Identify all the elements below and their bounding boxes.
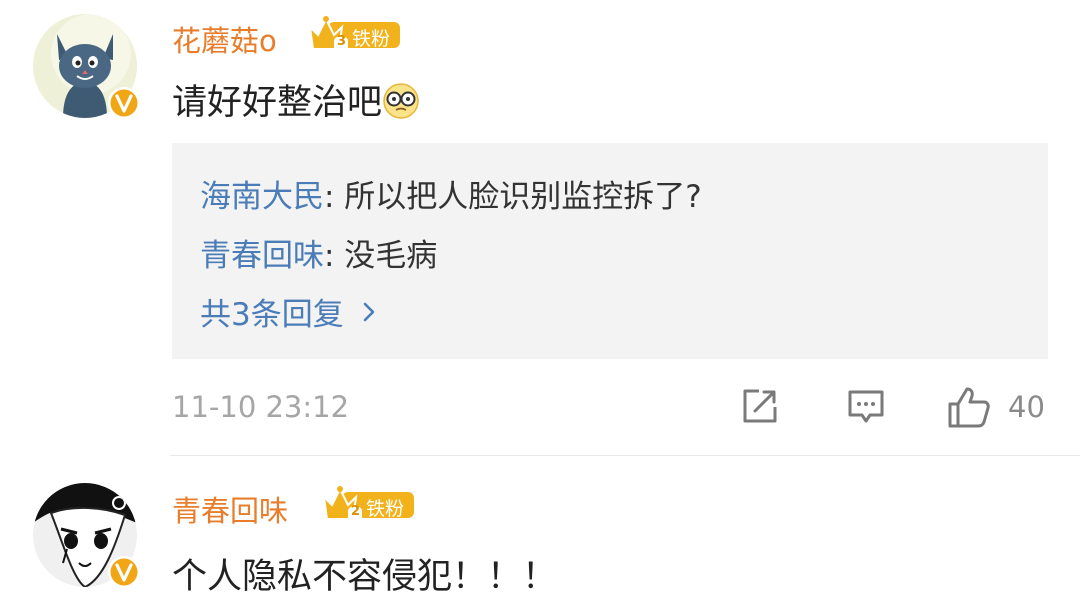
comment-timestamp: 11-10 23:12 [172, 390, 350, 424]
more-replies-label: 共3条回复 [200, 297, 344, 333]
fan-badge[interactable]: 3 铁粉 [306, 13, 402, 59]
fan-badge-label: 铁粉 [366, 498, 405, 520]
reply-item: 海南大民: 所以把人脸识别监控拆了? [200, 171, 702, 216]
comment-icon[interactable] [846, 386, 886, 426]
comment-text-content: 请好好整治吧 [172, 83, 383, 123]
reply-username[interactable]: 海南大民 [200, 179, 324, 215]
fan-level: 3 [337, 34, 347, 49]
fan-level: 2 [351, 504, 361, 519]
avatar[interactable] [33, 14, 140, 119]
verified-badge-icon [108, 87, 140, 119]
fan-badge-label: 铁粉 [352, 28, 391, 50]
reply-text: : 没毛病 [324, 238, 438, 274]
comment-text: 请好好整治吧 [172, 74, 420, 125]
reply-item: 青春回味: 没毛病 [200, 230, 437, 275]
chevron-right-icon [363, 302, 375, 321]
fan-badge[interactable]: 2 铁粉 [320, 483, 416, 529]
avatar[interactable] [33, 483, 140, 588]
share-icon[interactable] [740, 386, 780, 426]
reply-text: : 所以把人脸识别监控拆了? [324, 179, 702, 215]
verified-badge-icon [108, 556, 140, 588]
comment-item: 花蘑菇o 3 铁粉 请好好整治吧 海南大民: 所以把人脸识别监控拆了? 青春回味… [0, 0, 1080, 456]
username[interactable]: 青春回味 [172, 488, 288, 530]
like-count: 40 [1008, 390, 1045, 424]
like-icon[interactable] [946, 384, 992, 430]
comment-item: 青春回味 2 铁粉 个人隐私不容侵犯！！！ [0, 456, 1080, 611]
reply-username[interactable]: 青春回味 [200, 238, 324, 274]
glasses-face-emoji [383, 83, 419, 119]
comment-text: 个人隐私不容侵犯！！！ [172, 557, 558, 597]
reply-preview-box[interactable]: 海南大民: 所以把人脸识别监控拆了? 青春回味: 没毛病 共3条回复 [172, 143, 1048, 359]
username[interactable]: 花蘑菇o [172, 18, 277, 60]
more-replies-link[interactable]: 共3条回复 [200, 289, 384, 334]
